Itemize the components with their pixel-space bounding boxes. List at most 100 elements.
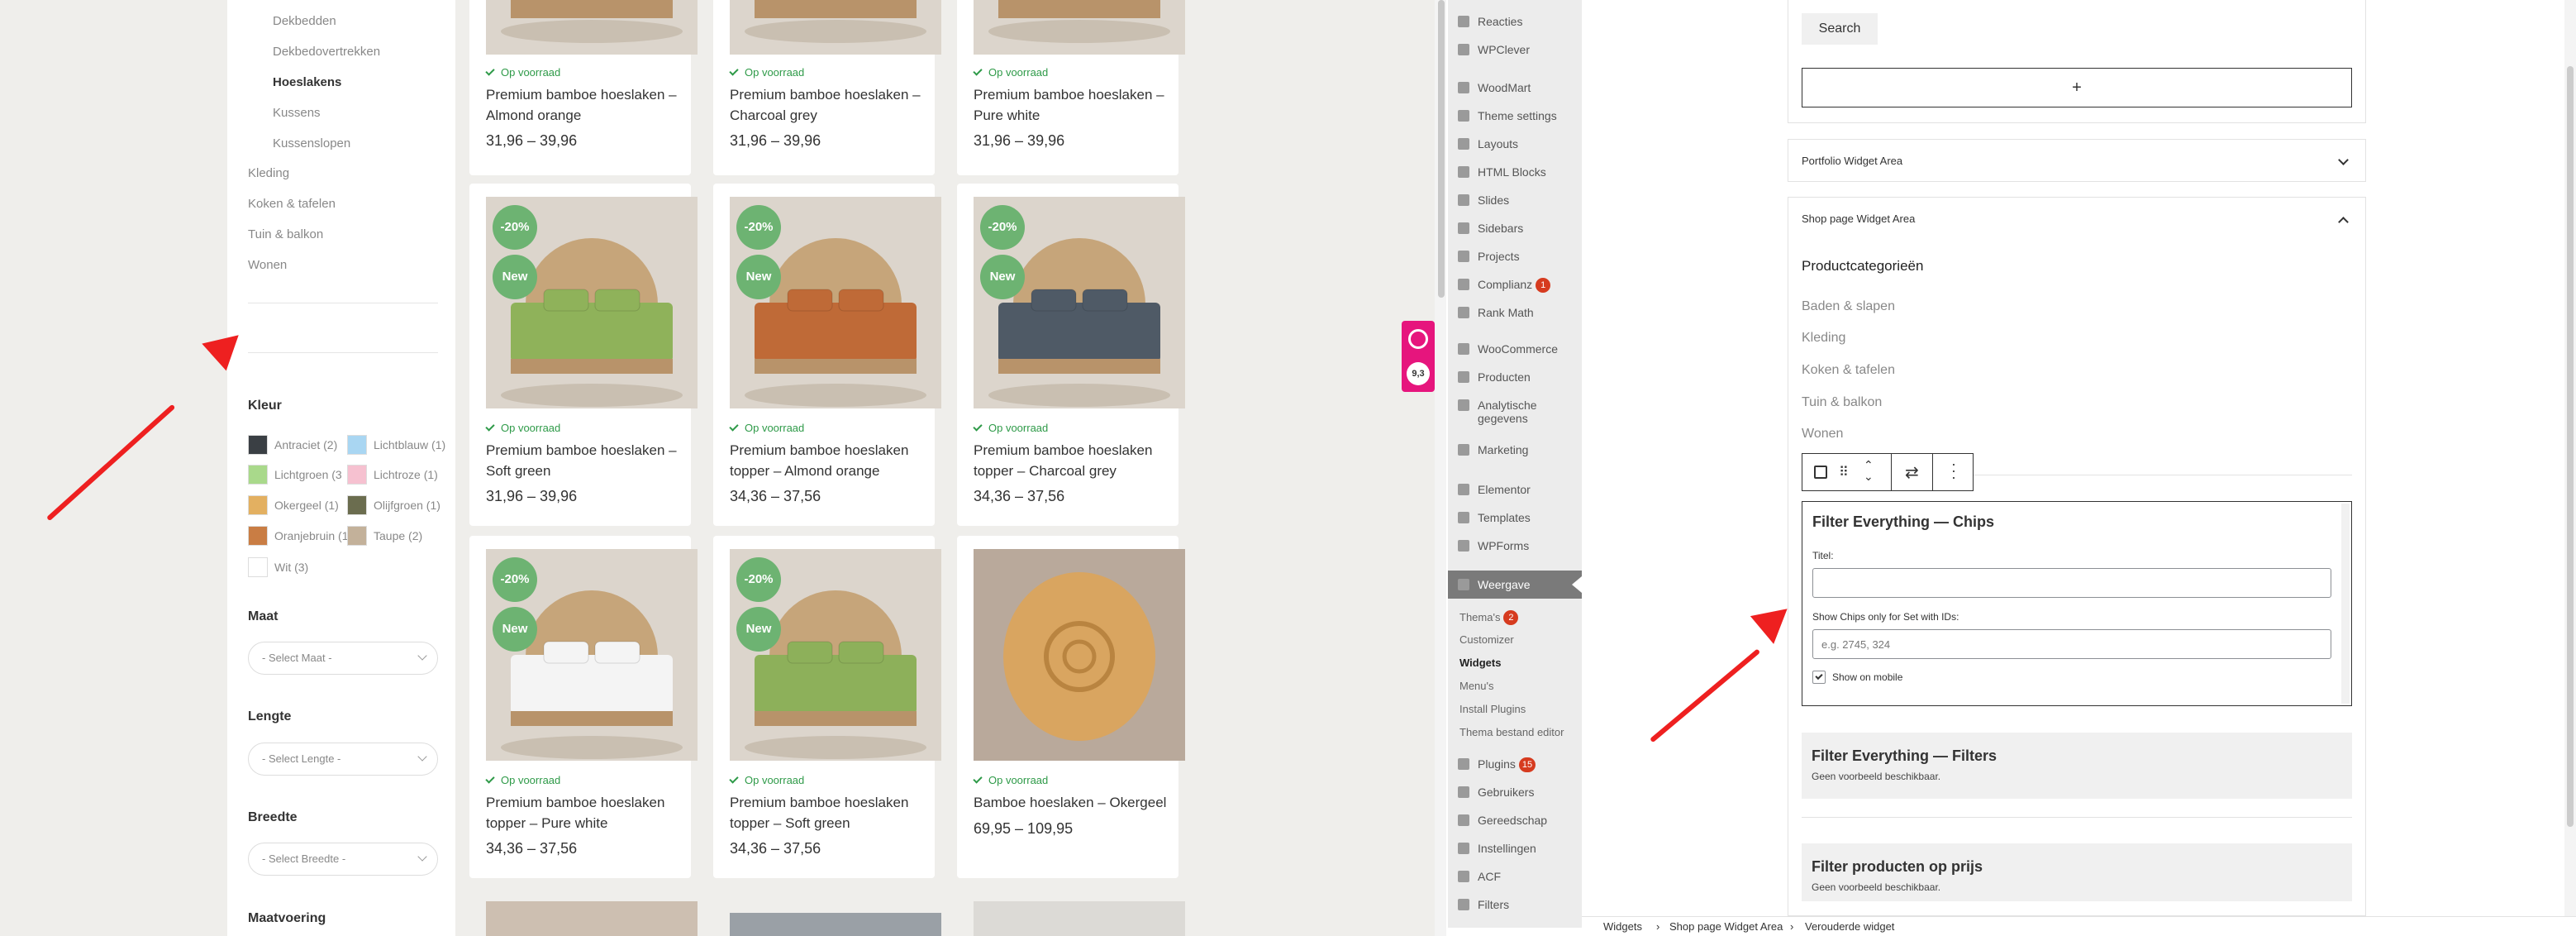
maat-select[interactable]: - Select Maat - bbox=[248, 642, 438, 675]
editor-scrollbar[interactable] bbox=[2564, 0, 2576, 916]
product-name[interactable]: Bamboe hoeslaken – Okergeel bbox=[974, 792, 1185, 813]
product-image[interactable]: -20% New bbox=[974, 197, 1185, 408]
portfolio-widget-area[interactable]: Portfolio Widget Area bbox=[1788, 139, 2366, 182]
color-swatch[interactable] bbox=[347, 495, 367, 515]
product-card[interactable]: -20% New Op voorraad Premium bamboe hoeslak… bbox=[469, 184, 698, 526]
product-image-partial[interactable] bbox=[974, 901, 1185, 936]
admin-menu-widgets[interactable]: Widgets bbox=[1459, 657, 1501, 669]
product-name[interactable]: Premium bamboe hoeslaken topper – Almond… bbox=[730, 440, 941, 481]
admin-menu-rank-math[interactable]: Rank Math bbox=[1458, 306, 1534, 319]
color-label[interactable]: Oranjebruin (1 bbox=[274, 529, 349, 542]
admin-menu-marketing[interactable]: Marketing bbox=[1458, 443, 1528, 456]
breadcrumb-item[interactable]: Shop page Widget Area bbox=[1669, 920, 1783, 933]
admin-menu-sidebars[interactable]: Sidebars bbox=[1458, 222, 1523, 235]
category-link[interactable]: Kleding bbox=[1802, 331, 1845, 346]
color-swatch[interactable] bbox=[248, 435, 268, 455]
filters-widget-preview[interactable]: Filter Everything — Filters Geen voorbeel… bbox=[1802, 733, 2352, 799]
admin-menu-menu-s[interactable]: Menu's bbox=[1459, 680, 1494, 692]
admin-menu-reacties[interactable]: Reacties bbox=[1458, 15, 1522, 28]
scrollbar-thumb[interactable] bbox=[1438, 0, 1445, 298]
admin-menu-projects[interactable]: Projects bbox=[1458, 250, 1520, 263]
admin-menu-install-plugins[interactable]: Install Plugins bbox=[1459, 703, 1526, 715]
admin-menu-wpforms[interactable]: WPForms bbox=[1458, 539, 1529, 552]
product-card[interactable]: -20% New Op voorraad Premium bamboe hoeslak… bbox=[713, 536, 941, 878]
admin-menu-plugins[interactable]: Plugins 15 bbox=[1458, 757, 1536, 772]
admin-menu-woodmart[interactable]: WoodMart bbox=[1458, 81, 1531, 94]
product-card[interactable]: Op voorraad Premium bamboe hoeslaken – Al… bbox=[469, 0, 698, 175]
add-block-button[interactable]: + bbox=[1802, 68, 2352, 107]
product-card[interactable]: -20% New Op voorraad Premium bamboe hoeslak… bbox=[957, 184, 1185, 526]
category-wonen[interactable]: Wonen bbox=[248, 258, 287, 272]
admin-menu-weergave[interactable]: Weergave bbox=[1458, 578, 1531, 591]
admin-menu-instellingen[interactable]: Instellingen bbox=[1458, 842, 1536, 855]
admin-menu-gereedschap[interactable]: Gereedschap bbox=[1458, 814, 1547, 827]
subcategory-kussenslopen[interactable]: Kussenslopen bbox=[273, 136, 350, 150]
show-on-mobile-checkbox[interactable] bbox=[1812, 671, 1826, 684]
admin-menu-thema-bestand-editor[interactable]: Thema bestand editor bbox=[1459, 726, 1564, 738]
admin-menu-elementor[interactable]: Elementor bbox=[1458, 483, 1531, 496]
admin-menu-theme-settings[interactable]: Theme settings bbox=[1458, 109, 1557, 122]
breadcrumb-item[interactable]: Verouderde widget bbox=[1805, 920, 1894, 933]
product-name[interactable]: Premium bamboe hoeslaken – Charcoal grey bbox=[730, 84, 941, 126]
color-label[interactable]: Olijfgroen (1) bbox=[374, 499, 440, 512]
product-card[interactable]: -20% New Op voorraad Premium bamboe hoeslak… bbox=[713, 184, 941, 526]
transform-icon[interactable]: ⇄ bbox=[1905, 462, 1919, 483]
category-link[interactable]: Koken & tafelen bbox=[1802, 363, 1895, 378]
product-card[interactable]: -20% New Op voorraad Premium bamboe hoeslak… bbox=[469, 536, 698, 878]
product-image[interactable] bbox=[730, 0, 941, 55]
admin-menu-analytische-gegevens[interactable]: Analytische gegevens bbox=[1458, 399, 1552, 425]
category-link[interactable]: Wonen bbox=[1802, 427, 1843, 442]
move-updown-icon[interactable]: ⌃ ⌄ bbox=[1864, 459, 1874, 482]
search-button[interactable]: Search bbox=[1802, 13, 1878, 45]
color-swatch[interactable] bbox=[248, 526, 268, 546]
subcategory-dekbedovertrekken[interactable]: Dekbedovertrekken bbox=[273, 45, 380, 59]
color-swatch[interactable] bbox=[248, 465, 268, 485]
calendar-icon[interactable] bbox=[1814, 466, 1827, 479]
admin-menu-complianz[interactable]: Complianz 1 bbox=[1458, 278, 1551, 293]
form-scrollbar[interactable] bbox=[2341, 504, 2350, 704]
breedte-select[interactable]: - Select Breedte - bbox=[248, 843, 438, 876]
category-link[interactable]: Baden & slapen bbox=[1802, 299, 1895, 314]
category-kleding[interactable]: Kleding bbox=[248, 166, 289, 180]
subcategory-hoeslakens[interactable]: Hoeslakens bbox=[273, 75, 341, 89]
admin-menu-gebruikers[interactable]: Gebruikers bbox=[1458, 786, 1534, 799]
product-name[interactable]: Premium bamboe hoeslaken topper – Soft g… bbox=[730, 792, 941, 833]
color-label[interactable]: Lichtblauw (1) bbox=[374, 438, 445, 451]
admin-menu-templates[interactable]: Templates bbox=[1458, 511, 1531, 524]
color-swatch[interactable] bbox=[248, 557, 268, 577]
category-link[interactable]: Tuin & balkon bbox=[1802, 395, 1882, 410]
color-label[interactable]: Lichtroze (1) bbox=[374, 468, 438, 481]
admin-menu-filters[interactable]: Filters bbox=[1458, 898, 1509, 911]
color-swatch[interactable] bbox=[347, 435, 367, 455]
product-name[interactable]: Premium bamboe hoeslaken – Pure white bbox=[974, 84, 1185, 126]
product-image[interactable]: -20% New bbox=[730, 197, 941, 408]
product-card[interactable]: Op voorraad Premium bamboe hoeslaken – Ch… bbox=[713, 0, 941, 175]
product-card[interactable]: Op voorraad Bamboe hoeslaken – Okergeel 69… bbox=[957, 536, 1185, 878]
product-card[interactable]: Op voorraad Premium bamboe hoeslaken – Pu… bbox=[957, 0, 1185, 175]
admin-menu-layouts[interactable]: Layouts bbox=[1458, 137, 1518, 150]
subcategory-kussens[interactable]: Kussens bbox=[273, 106, 321, 120]
product-name[interactable]: Premium bamboe hoeslaken – Almond orange bbox=[486, 84, 698, 126]
admin-menu-html-blocks[interactable]: HTML Blocks bbox=[1458, 165, 1546, 179]
product-name[interactable]: Premium bamboe hoeslaken topper – Charco… bbox=[974, 440, 1185, 481]
color-swatch[interactable] bbox=[347, 526, 367, 546]
product-image[interactable]: -20% New bbox=[730, 549, 941, 761]
color-label[interactable]: Lichtgroen (3 bbox=[274, 468, 342, 481]
admin-menu-wpclever[interactable]: WPClever bbox=[1458, 43, 1530, 56]
color-label[interactable]: Antraciet (2) bbox=[274, 438, 337, 451]
color-swatch[interactable] bbox=[248, 495, 268, 515]
product-image-partial[interactable] bbox=[730, 913, 941, 936]
admin-menu-thema-s[interactable]: Thema's 2 bbox=[1459, 610, 1519, 625]
product-image-partial[interactable] bbox=[486, 901, 698, 936]
subcategory-dekbedden[interactable]: Dekbedden bbox=[273, 14, 336, 28]
product-image[interactable] bbox=[486, 0, 698, 55]
more-options-icon[interactable]: · · · bbox=[1951, 456, 1956, 485]
color-label[interactable]: Wit (3) bbox=[274, 561, 308, 574]
product-image[interactable]: -20% New bbox=[486, 197, 698, 408]
admin-menu-acf[interactable]: ACF bbox=[1458, 870, 1501, 883]
color-label[interactable]: Okergeel (1) bbox=[274, 499, 339, 512]
admin-menu-customizer[interactable]: Customizer bbox=[1459, 633, 1514, 646]
product-name[interactable]: Premium bamboe hoeslaken – Soft green bbox=[486, 440, 698, 481]
product-image[interactable]: -20% New bbox=[486, 549, 698, 761]
product-name[interactable]: Premium bamboe hoeslaken topper – Pure w… bbox=[486, 792, 698, 833]
